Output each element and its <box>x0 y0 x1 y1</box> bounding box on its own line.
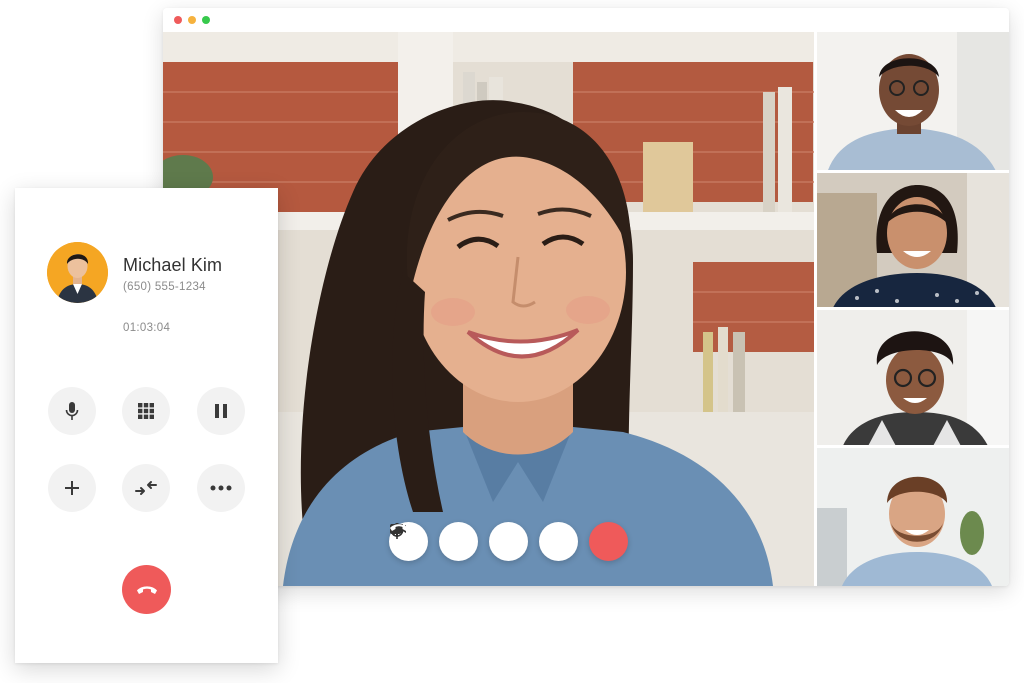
hold-button[interactable] <box>197 387 245 435</box>
mute-call-button[interactable] <box>48 387 96 435</box>
end-video-call-button[interactable] <box>390 522 628 561</box>
more-options-button[interactable] <box>197 464 245 512</box>
phone-call-panel: Michael Kim (650) 555-1234 01:03:04 <box>15 188 278 663</box>
minimize-window-dot[interactable] <box>188 16 196 24</box>
caller-phone-number: (650) 555-1234 <box>123 281 206 293</box>
participant-3-video <box>817 310 1009 445</box>
dialpad-button[interactable] <box>122 387 170 435</box>
window-titlebar <box>163 8 1009 32</box>
merge-calls-button[interactable] <box>122 464 170 512</box>
participant-2-video <box>817 173 1009 307</box>
participant-tile-4[interactable] <box>814 448 1009 586</box>
more-icon <box>210 485 232 491</box>
participant-tile-2[interactable] <box>814 173 1009 310</box>
participant-tiles <box>814 32 1009 586</box>
participant-tile-1[interactable] <box>814 32 1009 173</box>
end-call-button[interactable] <box>122 565 171 614</box>
merge-calls-icon <box>135 481 157 495</box>
video-call-window <box>163 8 1009 586</box>
dialpad-icon <box>138 403 154 419</box>
participant-4-video <box>817 448 1009 586</box>
pause-icon <box>215 404 227 418</box>
hang-up-icon <box>390 524 408 531</box>
add-call-button[interactable] <box>48 464 96 512</box>
chat-button[interactable] <box>391 522 578 561</box>
add-participant-button[interactable] <box>390 522 528 561</box>
add-call-icon <box>65 481 79 495</box>
video-call-controls <box>389 522 628 562</box>
hang-up-icon <box>136 586 157 594</box>
participant-1-video <box>817 32 1009 170</box>
mic-icon <box>65 402 79 420</box>
video-toggle-button[interactable] <box>390 522 478 561</box>
participant-tile-3[interactable] <box>814 310 1009 448</box>
close-window-dot[interactable] <box>174 16 182 24</box>
avatar <box>47 242 108 303</box>
zoom-window-dot[interactable] <box>202 16 210 24</box>
caller-avatar-image <box>47 242 108 303</box>
call-timer: 01:03:04 <box>123 322 171 334</box>
caller-name: Michael Kim <box>123 255 223 275</box>
